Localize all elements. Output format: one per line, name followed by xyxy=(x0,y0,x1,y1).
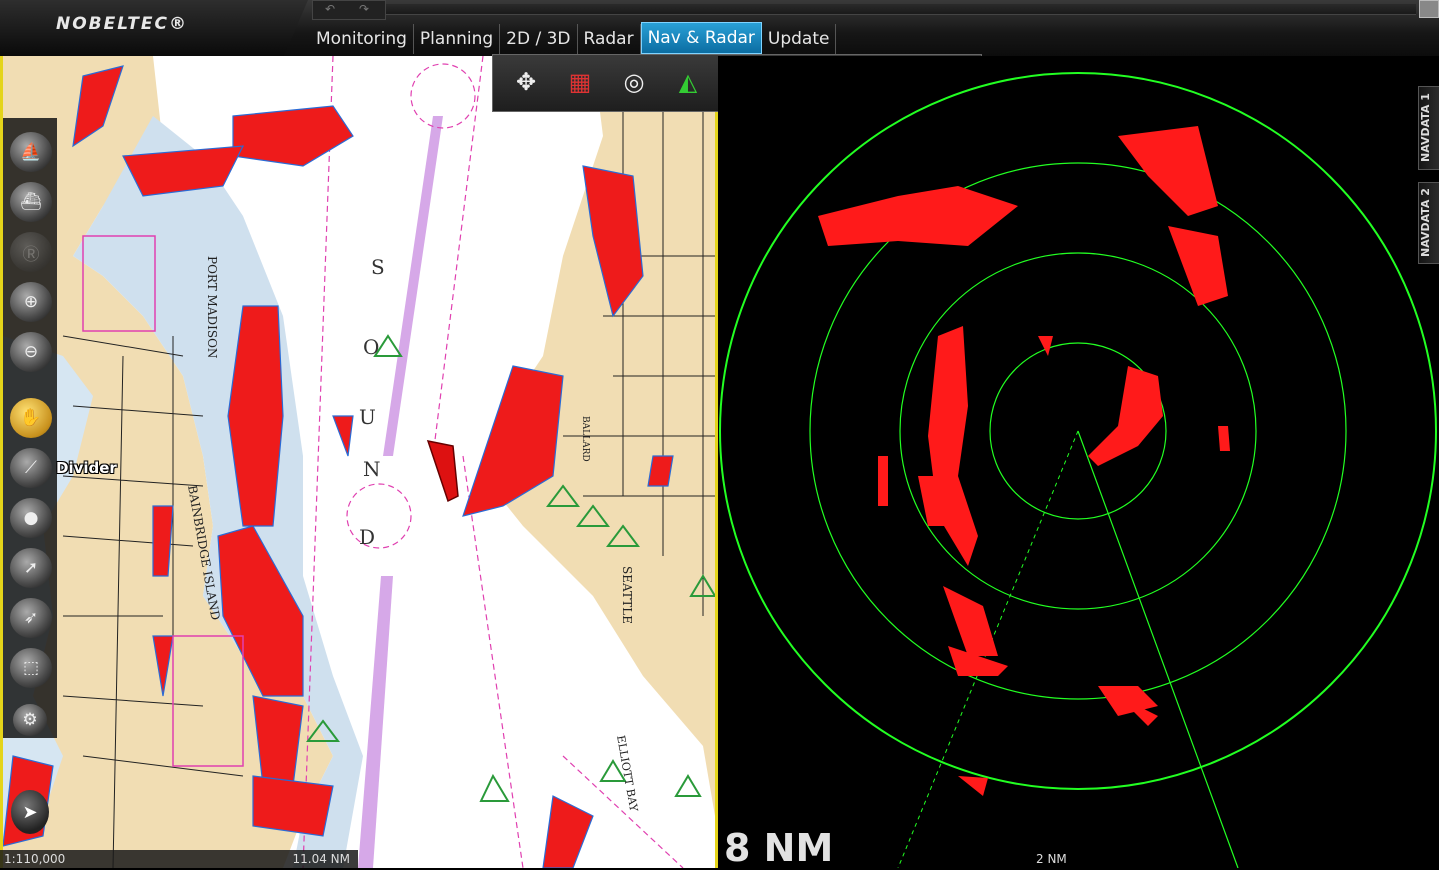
settings-gear-icon[interactable]: ⚙ xyxy=(13,704,47,736)
chart-scale: 1:110,000 xyxy=(4,852,66,866)
label-port-madison: PORT MADISON xyxy=(205,256,219,358)
main-tabs: Monitoring Planning 2D / 3D Radar Nav & … xyxy=(310,22,837,54)
navdata-2-tab[interactable]: NAVDATA 2 xyxy=(1418,182,1439,264)
radar-range: 8 NM xyxy=(724,826,834,870)
chart-map-icon[interactable]: ▦ xyxy=(559,62,601,102)
undo-redo-strip: ↶ ↷ xyxy=(312,0,386,20)
pan-hand-icon[interactable]: ✋ xyxy=(10,398,52,438)
tab-monitoring[interactable]: Monitoring xyxy=(310,24,414,54)
label-sound-s: S xyxy=(371,255,385,279)
zoom-out-icon[interactable]: ⊖ xyxy=(10,332,52,372)
cursor-info-icon[interactable]: ➚ xyxy=(10,548,52,588)
divider-icon[interactable]: ⟋ xyxy=(10,448,52,488)
label-sound-n: N xyxy=(363,457,381,481)
label-ballard: BALLARD xyxy=(580,416,590,462)
window-button[interactable] xyxy=(1419,0,1439,18)
boat-center-icon[interactable]: ⛵ xyxy=(10,132,52,172)
inset-box xyxy=(172,635,244,767)
label-sound-d: D xyxy=(359,525,375,549)
radar-view[interactable] xyxy=(718,56,1439,868)
left-toolbar: ⛵ ⛴ Ⓡ ⊕ ⊖ ✋ ⟋ ● ➚ ➶ ⬚ ⚙ xyxy=(3,118,57,738)
label-sound-o: O xyxy=(363,335,379,359)
cursor-select-icon[interactable]: ➶ xyxy=(10,598,52,638)
area-select-icon[interactable]: ⬚ xyxy=(10,648,52,688)
mark-icon[interactable]: ● xyxy=(10,498,52,538)
tab-2d-3d[interactable]: 2D / 3D xyxy=(500,24,578,54)
nobeltec-logo: NOBELTEC® xyxy=(56,14,188,34)
ring-spacing: 2 NM xyxy=(1036,852,1067,866)
route-r-icon[interactable]: Ⓡ xyxy=(10,232,52,272)
heading-line xyxy=(1077,430,1239,868)
title-strip xyxy=(386,4,1416,15)
radar-target-icon[interactable]: ◎ xyxy=(613,62,655,102)
tab-planning[interactable]: Planning xyxy=(414,24,501,54)
radar-canvas xyxy=(719,72,1437,868)
boat-heading-icon[interactable]: ⛴ xyxy=(10,182,52,222)
tab-nav-radar[interactable]: Nav & Radar xyxy=(640,22,762,54)
label-sound-u: U xyxy=(359,405,376,429)
navdata-1-tab[interactable]: NAVDATA 1 xyxy=(1418,86,1439,170)
logo-panel: NOBELTEC® xyxy=(0,0,308,56)
tab-update[interactable]: Update xyxy=(762,24,837,54)
redo-icon[interactable]: ↷ xyxy=(349,2,379,16)
undo-icon[interactable]: ↶ xyxy=(315,2,345,16)
tab-radar[interactable]: Radar xyxy=(578,24,641,54)
ais-target-icon[interactable]: ◭ xyxy=(667,62,709,102)
label-seattle: SEATTLE xyxy=(620,566,634,624)
chart-distance: 11.04 NM xyxy=(292,852,351,866)
zoom-in-icon[interactable]: ⊕ xyxy=(10,282,52,322)
compass-rose-icon[interactable]: ✥ xyxy=(505,62,547,102)
north-compass-icon[interactable]: ➤ xyxy=(11,790,49,834)
divider-tooltip: Divider xyxy=(56,459,117,477)
chart-status-bar: 1:110,000 11.04 NM xyxy=(0,850,358,868)
